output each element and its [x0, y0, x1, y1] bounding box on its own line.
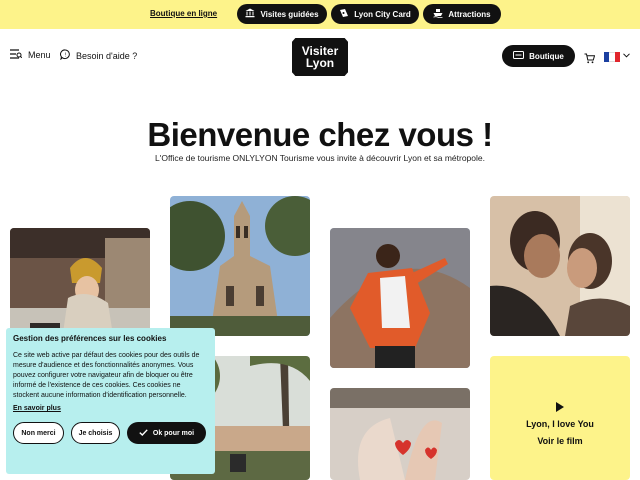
- guided-tours-label: Visites guidées: [260, 9, 319, 19]
- site-header: Menu ! Besoin d'aide ? Visiter Lyon Bout…: [0, 29, 640, 89]
- help-label: Besoin d'aide ?: [76, 50, 138, 61]
- city-card-label: Lyon City Card: [354, 9, 411, 19]
- french-flag-icon[interactable]: [604, 52, 620, 62]
- refuse-cookies-button[interactable]: Non merci: [13, 422, 64, 444]
- cookie-banner-text: Ce site web active par défaut des cookie…: [13, 352, 200, 399]
- photo-heart-hands[interactable]: [330, 388, 470, 480]
- photo-church[interactable]: [170, 196, 310, 336]
- museum-icon: [245, 8, 255, 20]
- help-button[interactable]: ! Besoin d'aide ?: [60, 49, 137, 62]
- attractions-button[interactable]: Attractions: [423, 4, 501, 24]
- page-subtitle: L'Office de tourisme ONLYLYON Tourisme v…: [155, 153, 485, 163]
- photo-man-orange-jacket[interactable]: [330, 228, 470, 368]
- chat-bubble-icon: !: [60, 49, 71, 62]
- ticket-icon: [339, 8, 349, 20]
- shop-button[interactable]: Boutique: [502, 45, 575, 67]
- photo-couple-kissing[interactable]: [490, 196, 630, 336]
- shop-button-label: Boutique: [529, 51, 564, 61]
- chevron-down-icon[interactable]: [623, 51, 630, 60]
- cookie-banner-title: Gestion des préférences sur les cookies: [13, 334, 167, 343]
- checkmark-icon: [139, 428, 148, 438]
- attractions-label: Attractions: [448, 9, 491, 19]
- top-bar: Boutique en ligne Visites guidées Lyon C…: [0, 0, 640, 29]
- visiter-lyon-logo[interactable]: Visiter Lyon: [292, 38, 348, 76]
- ticket-icon: [513, 51, 525, 61]
- play-icon: [556, 402, 564, 412]
- city-card-button[interactable]: Lyon City Card: [331, 4, 419, 24]
- guided-tours-button[interactable]: Visites guidées: [237, 4, 327, 24]
- accept-cookies-button[interactable]: Ok pour moi: [127, 422, 206, 444]
- choose-label: Je choisis: [78, 429, 113, 437]
- watch-film-link[interactable]: Voir le film: [537, 436, 582, 446]
- page-title: Bienvenue chez vous !: [147, 116, 493, 153]
- cookie-banner: Gestion des préférences sur les cookies …: [6, 328, 215, 474]
- video-title: Lyon, I love You: [526, 419, 594, 429]
- refuse-label: Non merci: [21, 429, 56, 437]
- menu-icon: [10, 49, 23, 61]
- boat-icon: [433, 8, 444, 20]
- video-card[interactable]: Lyon, I love You Voir le film: [490, 356, 630, 480]
- menu-button[interactable]: Menu: [10, 49, 51, 61]
- svg-text:!: !: [65, 52, 67, 58]
- online-shop-link[interactable]: Boutique en ligne: [150, 9, 217, 18]
- accept-label: Ok pour moi: [152, 429, 195, 437]
- choose-cookies-button[interactable]: Je choisis: [71, 422, 120, 444]
- menu-label: Menu: [28, 50, 51, 60]
- cart-icon[interactable]: [584, 51, 596, 69]
- learn-more-link[interactable]: En savoir plus: [13, 405, 208, 412]
- logo-line-2: Lyon: [305, 56, 335, 70]
